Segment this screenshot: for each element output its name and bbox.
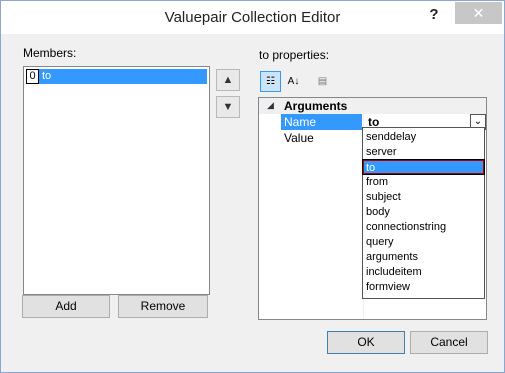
remove-button[interactable]: Remove — [118, 295, 208, 318]
member-index: 0 — [26, 69, 39, 84]
properties-label: to properties: — [259, 48, 330, 62]
cancel-button[interactable]: Cancel — [410, 331, 488, 354]
dropdown-item[interactable]: query — [364, 235, 485, 249]
dropdown-item[interactable]: from — [364, 175, 485, 189]
dropdown-item[interactable]: formview — [364, 280, 485, 294]
close-button[interactable]: ✕ — [455, 2, 502, 24]
category-label: Arguments — [284, 99, 348, 113]
property-name[interactable]: Name — [281, 114, 362, 130]
property-pages-icon: ▤ — [317, 76, 328, 87]
members-label: Members: — [23, 46, 77, 60]
dropdown-item[interactable]: connectionstring — [364, 220, 485, 234]
arrow-down-icon: ▼ — [222, 101, 234, 113]
move-up-button[interactable]: ▲ — [216, 69, 240, 91]
property-name[interactable]: Value — [281, 130, 362, 146]
sort-alpha-icon: A↓ — [287, 76, 300, 87]
categorized-icon: ☷ — [266, 76, 275, 87]
member-name: to — [42, 70, 52, 82]
category-header[interactable]: ◢ Arguments — [259, 98, 486, 114]
dropdown-item[interactable]: server — [364, 145, 485, 159]
title-bar: Valuepair Collection Editor ? ✕ — [1, 1, 504, 34]
dropdown-item-selected[interactable]: to — [362, 159, 485, 175]
members-list[interactable]: 0 to — [23, 66, 210, 295]
dropdown-item[interactable]: body — [364, 205, 485, 219]
arrow-up-icon: ▲ — [222, 74, 234, 86]
move-down-button[interactable]: ▼ — [216, 96, 240, 118]
dialog-window: Valuepair Collection Editor ? ✕ Members:… — [0, 0, 505, 373]
dropdown-list[interactable]: senddelay server to from subject body co… — [362, 127, 485, 299]
alphabetical-button[interactable]: A↓ — [283, 71, 304, 92]
property-pages-button[interactable]: ▤ — [312, 71, 333, 92]
collapse-triangle-icon[interactable]: ◢ — [267, 100, 274, 111]
dropdown-item[interactable]: arguments — [364, 250, 485, 264]
dropdown-item[interactable]: senddelay — [364, 130, 485, 144]
list-item[interactable]: 0 to — [26, 69, 207, 84]
ok-button[interactable]: OK — [327, 331, 405, 354]
add-button[interactable]: Add — [22, 295, 110, 318]
help-button[interactable]: ? — [421, 4, 447, 26]
dropdown-item[interactable]: includeitem — [364, 265, 485, 279]
chevron-down-icon: ⌄ — [473, 116, 483, 127]
dropdown-item[interactable]: subject — [364, 190, 485, 204]
categorized-button[interactable]: ☷ — [260, 71, 281, 92]
